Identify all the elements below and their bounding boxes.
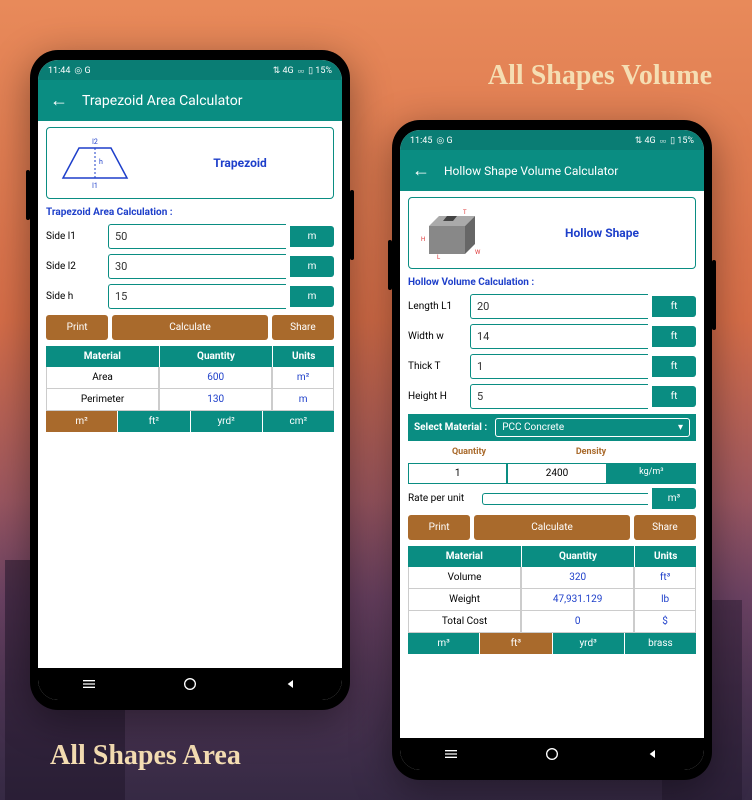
input-side-l2: Side l2 30 m [46, 254, 334, 279]
input-length-value[interactable]: 20 [470, 294, 648, 319]
input-width-value[interactable]: 14 [470, 324, 648, 349]
back-icon[interactable]: ← [50, 90, 68, 111]
result-header: Material Quantity Units [408, 546, 696, 567]
tab-yrd2[interactable]: yrd² [191, 411, 263, 432]
nav-home-icon[interactable] [544, 746, 560, 762]
input-l1-value[interactable]: 50 [108, 224, 286, 249]
svg-text:T: T [463, 209, 467, 216]
status-time: 11:44 [48, 66, 70, 76]
nav-home-icon[interactable] [182, 676, 198, 692]
shape-card: l2 h l1 Trapezoid [46, 127, 334, 199]
tab-m3[interactable]: m³ [408, 633, 480, 654]
input-l2-value[interactable]: 30 [108, 254, 286, 279]
input-length: Length L1 20 ft [408, 294, 696, 319]
back-icon[interactable]: ← [412, 160, 430, 181]
status-bar: 11:45◎ G ⇅ 4G▫▫▯ 15% [400, 130, 704, 150]
phone-trapezoid: 11:44◎ G ⇅ 4G▫▫▯ 15% ← Trapezoid Area Ca… [30, 50, 350, 710]
result-row-perimeter: Perimeter 130 m [46, 389, 334, 411]
label-h: h [99, 158, 103, 166]
input-width-unit[interactable]: ft [652, 326, 696, 347]
result-header: Material Quantity Units [46, 346, 334, 367]
phone-hollow: 11:45◎ G ⇅ 4G▫▫▯ 15% ← Hollow Shape Volu… [392, 120, 712, 780]
share-button[interactable]: Share [272, 315, 334, 340]
unit-tabs: m² ft² yrd² cm² [46, 411, 334, 432]
nav-back-icon[interactable] [283, 676, 299, 692]
rate-unit[interactable]: m³ [652, 488, 696, 509]
trapezoid-diagram: l2 h l1 [55, 136, 135, 190]
nav-bar [400, 738, 704, 770]
shape-card: H L W T Hollow Shape [408, 197, 696, 269]
tab-ft3[interactable]: ft³ [480, 633, 552, 654]
result-row-area: Area 600 m² [46, 367, 334, 389]
status-time: 11:45 [410, 136, 432, 146]
section-label: Hollow Volume Calculation : [408, 277, 696, 288]
nav-menu-icon[interactable] [81, 676, 97, 692]
tab-yrd3[interactable]: yrd³ [553, 633, 625, 654]
material-select[interactable]: Select Material : PCC Concrete ▾ [408, 414, 696, 441]
rate-value[interactable] [482, 493, 648, 505]
input-height: Height H 5 ft [408, 384, 696, 409]
shape-title: Trapezoid [155, 156, 325, 170]
input-thick: Thick T 1 ft [408, 354, 696, 379]
heading-area: All Shapes Area [50, 740, 241, 772]
unit-tabs: m³ ft³ yrd³ brass [408, 633, 696, 654]
label-l2: l2 [92, 138, 98, 146]
tab-cm2[interactable]: cm² [263, 411, 334, 432]
input-thick-unit[interactable]: ft [652, 356, 696, 377]
app-bar: ← Hollow Shape Volume Calculator [400, 150, 704, 191]
input-height-unit[interactable]: ft [652, 386, 696, 407]
input-length-unit[interactable]: ft [652, 296, 696, 317]
app-title: Hollow Shape Volume Calculator [444, 164, 618, 178]
input-side-l1: Side l1 50 m [46, 224, 334, 249]
section-label: Trapezoid Area Calculation : [46, 207, 334, 218]
print-button[interactable]: Print [408, 515, 470, 540]
input-l2-unit[interactable]: m [290, 256, 334, 277]
input-h-value[interactable]: 15 [108, 284, 286, 309]
svg-text:H: H [421, 236, 425, 243]
result-row-weight: Weight 47,931.129 lb [408, 589, 696, 611]
input-l1-unit[interactable]: m [290, 226, 334, 247]
print-button[interactable]: Print [46, 315, 108, 340]
share-button[interactable]: Share [634, 515, 696, 540]
tab-brass[interactable]: brass [625, 633, 696, 654]
tab-ft2[interactable]: ft² [118, 411, 190, 432]
status-bar: 11:44◎ G ⇅ 4G▫▫▯ 15% [38, 60, 342, 80]
tab-m2[interactable]: m² [46, 411, 118, 432]
quantity-input[interactable]: 1 [408, 463, 507, 484]
input-side-h: Side h 15 m [46, 284, 334, 309]
heading-volume: All Shapes Volume [488, 60, 712, 92]
hollow-diagram: H L W T [417, 206, 497, 260]
svg-text:W: W [475, 249, 481, 256]
nav-bar [38, 668, 342, 700]
result-row-volume: Volume 320 ft³ [408, 567, 696, 589]
result-row-cost: Total Cost 0 $ [408, 611, 696, 633]
rate-per-unit: Rate per unit m³ [408, 488, 696, 509]
nav-back-icon[interactable] [645, 746, 661, 762]
density-unit[interactable]: kg/m³ [607, 463, 696, 484]
app-title: Trapezoid Area Calculator [82, 93, 242, 109]
input-height-value[interactable]: 5 [470, 384, 648, 409]
shape-title: Hollow Shape [517, 226, 687, 240]
input-width: Width w 14 ft [408, 324, 696, 349]
svg-text:L: L [437, 254, 441, 260]
input-h-unit[interactable]: m [290, 286, 334, 307]
label-l1: l1 [92, 182, 98, 190]
density-input[interactable]: 2400 [507, 463, 606, 484]
nav-menu-icon[interactable] [443, 746, 459, 762]
input-thick-value[interactable]: 1 [470, 354, 648, 379]
calculate-button[interactable]: Calculate [474, 515, 630, 540]
calculate-button[interactable]: Calculate [112, 315, 268, 340]
chevron-down-icon: ▾ [678, 422, 683, 433]
app-bar: ← Trapezoid Area Calculator [38, 80, 342, 121]
